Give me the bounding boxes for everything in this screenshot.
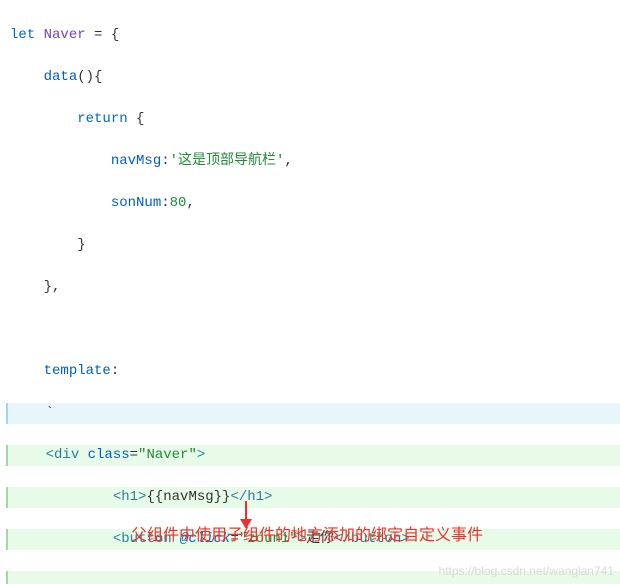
- code-line-highlight: <h1>{{navMsg}}</h1>: [6, 487, 620, 508]
- tag-close-bracket: >: [197, 447, 205, 463]
- string-value: '这是顶部导航栏': [170, 153, 285, 169]
- code-line: [6, 319, 620, 340]
- tag-div-open: <div: [46, 447, 88, 463]
- code-line: return {: [6, 109, 620, 130]
- expression: {{navMsg}}: [146, 489, 230, 505]
- keyword-let: let: [10, 27, 35, 43]
- code-line: sonNum:80,: [6, 193, 620, 214]
- attr-class: class: [88, 447, 130, 463]
- number-value: 80: [170, 195, 187, 211]
- code-line: let Naver = {: [6, 25, 620, 46]
- watermark: https://blog.csdn.net/wanglan741: [439, 562, 614, 580]
- code-line: }: [6, 235, 620, 256]
- code-line: data(){: [6, 67, 620, 88]
- equals: =: [130, 447, 138, 463]
- keyword-return: return: [77, 111, 127, 127]
- code-line-highlight: <div class="Naver">: [6, 445, 620, 466]
- component-name: Naver: [44, 27, 86, 43]
- annotation-text: 父组件中使用子组件的地方添加的绑定自定义事件: [131, 525, 541, 547]
- code-line-highlight: `: [6, 403, 620, 424]
- code-line: },: [6, 277, 620, 298]
- tag-h1-open: <h1>: [113, 489, 147, 505]
- prop-sonnum: sonNum: [111, 195, 161, 211]
- code-line: navMsg:'这是顶部导航栏',: [6, 151, 620, 172]
- data-prop: data: [44, 69, 78, 85]
- tag-h1-close: </h1>: [230, 489, 272, 505]
- prop-navmsg: navMsg: [111, 153, 161, 169]
- code-line: template:: [6, 361, 620, 382]
- template-prop: template: [44, 363, 111, 379]
- code-block: let Naver = { data(){ return { navMsg:'这…: [0, 0, 620, 584]
- attr-value: "Naver": [138, 447, 197, 463]
